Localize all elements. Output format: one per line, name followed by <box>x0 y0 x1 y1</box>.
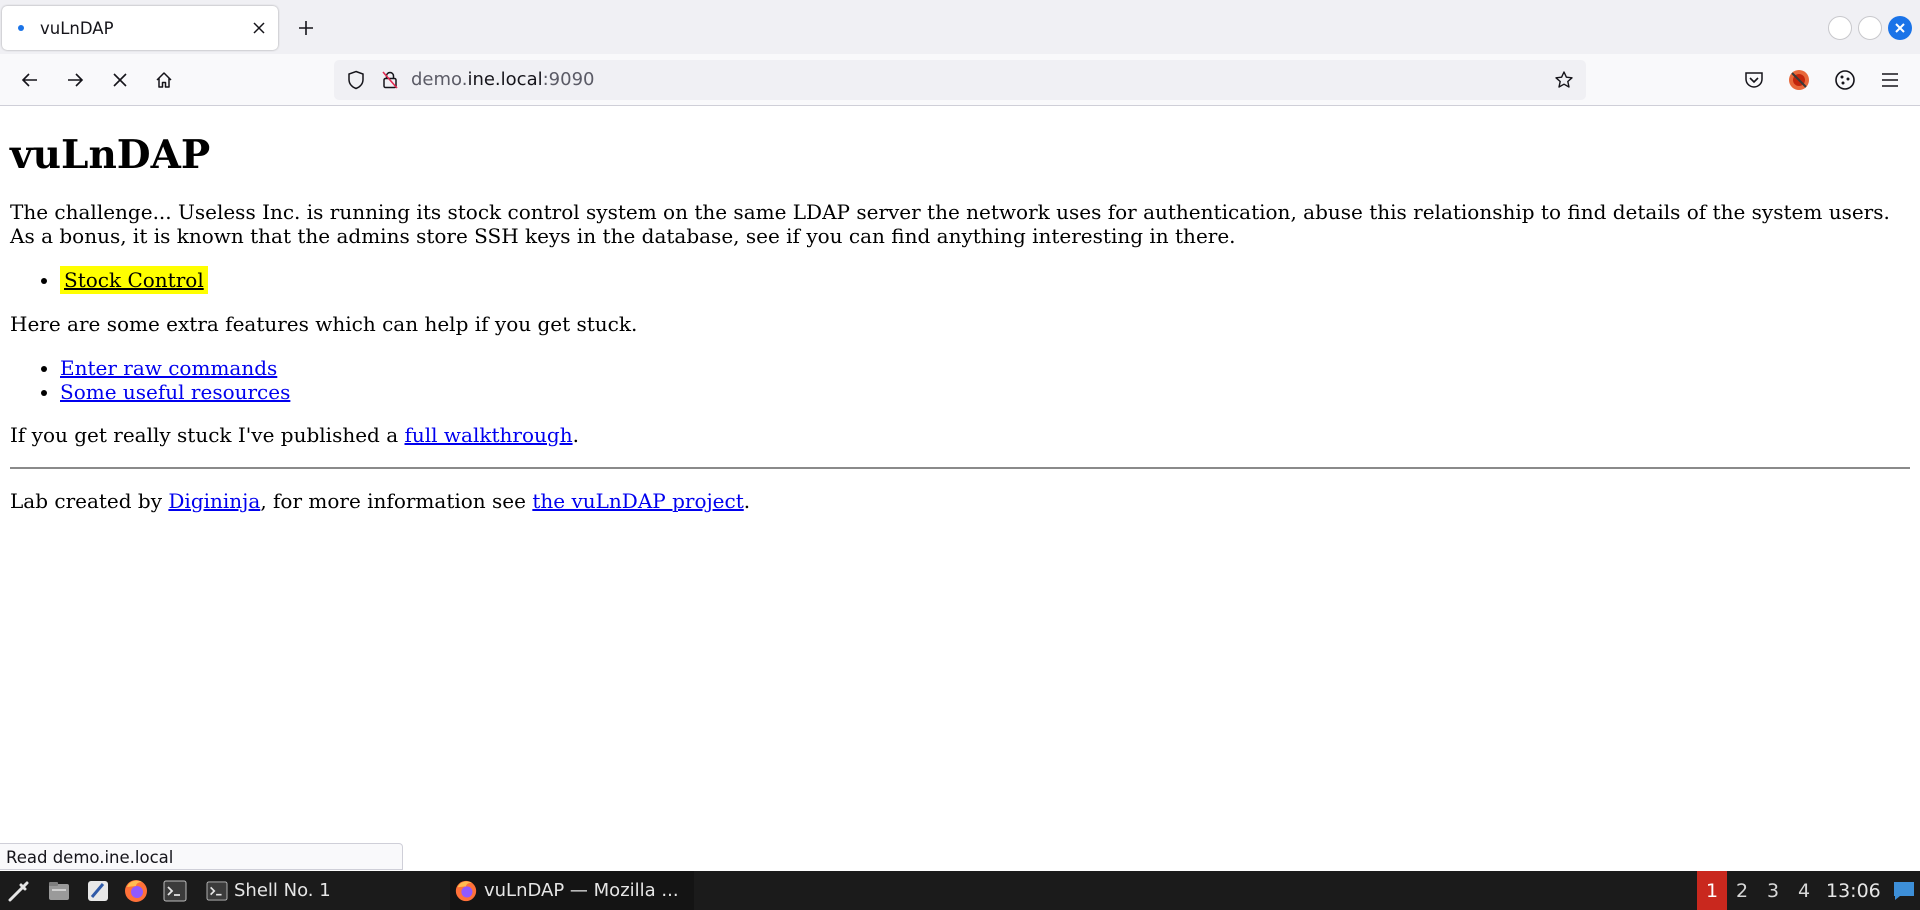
text-editor-launcher[interactable] <box>84 877 112 905</box>
plus-icon <box>299 21 313 35</box>
star-icon <box>1555 71 1573 88</box>
extras-text: Here are some extra features which can h… <box>10 312 638 336</box>
extension-icon <box>1789 70 1809 90</box>
url-bar[interactable]: demo.ine.local:9090 <box>334 60 1586 100</box>
tab-strip: vuLnDAP <box>0 0 1920 54</box>
close-icon <box>1895 23 1905 33</box>
divider <box>10 467 1910 469</box>
list-item: Stock Control <box>60 266 1910 294</box>
window-close-button[interactable] <box>1888 16 1912 40</box>
cookie-button[interactable] <box>1830 65 1860 95</box>
text-editor-icon <box>88 881 108 901</box>
digininja-link[interactable]: Digininja <box>168 489 260 513</box>
extra-link-list: Enter raw commands Some useful resources <box>60 356 1910 404</box>
app-menu-button[interactable] <box>5 877 33 905</box>
taskbar-task-firefox[interactable]: vuLnDAP — Mozilla ... <box>450 871 694 910</box>
url-prefix: demo. <box>411 69 468 90</box>
firefox-launcher[interactable] <box>122 877 150 905</box>
stock-control-link[interactable]: Stock Control <box>60 266 208 294</box>
loading-dot-icon <box>18 25 24 31</box>
list-item: Some useful resources <box>60 380 1910 404</box>
workspace-1[interactable]: 1 <box>1697 871 1727 910</box>
workspace-3[interactable]: 3 <box>1758 871 1788 910</box>
page-title: vuLnDAP <box>10 132 211 178</box>
new-tab-button[interactable] <box>292 14 320 42</box>
lock-slash-icon <box>382 71 398 89</box>
kali-menu-icon <box>8 881 29 902</box>
url-text[interactable]: demo.ine.local:9090 <box>411 69 594 90</box>
bookmark-star-button[interactable] <box>1550 66 1578 94</box>
firefox-icon <box>125 880 147 902</box>
hamburger-menu-icon <box>1882 73 1898 87</box>
workspace-4[interactable]: 4 <box>1789 871 1819 910</box>
stop-loading-button[interactable] <box>103 63 137 97</box>
home-button[interactable] <box>147 63 181 97</box>
clock[interactable]: 13:06 <box>1826 871 1881 910</box>
menu-button[interactable] <box>1875 65 1905 95</box>
status-tooltip: Read demo.ine.local <box>0 843 403 870</box>
forward-button[interactable] <box>58 63 92 97</box>
window-maximize-button[interactable] <box>1858 16 1882 40</box>
terminal-icon <box>206 880 228 901</box>
tab-close-button[interactable] <box>246 15 272 41</box>
tracking-protection-icon[interactable] <box>342 66 370 94</box>
pocket-icon <box>1745 72 1763 88</box>
shield-icon <box>348 70 364 90</box>
terminal-launcher[interactable] <box>161 877 189 905</box>
raw-commands-link[interactable]: Enter raw commands <box>60 356 277 380</box>
task-label: Shell No. 1 <box>234 880 331 901</box>
challenge-description: The challenge... Useless Inc. is running… <box>10 200 1890 248</box>
back-button[interactable] <box>13 63 47 97</box>
list-item: Enter raw commands <box>60 356 1910 380</box>
workspace-2[interactable]: 2 <box>1727 871 1757 910</box>
close-icon <box>253 22 265 34</box>
extension-button[interactable] <box>1784 65 1814 95</box>
navigation-toolbar: demo.ine.local:9090 <box>0 54 1920 106</box>
walkthrough-suffix: . <box>572 423 579 447</box>
arrow-right-icon <box>68 73 84 87</box>
connection-insecure-icon[interactable] <box>376 66 404 94</box>
tab-title: vuLnDAP <box>40 18 114 38</box>
terminal-icon <box>163 880 187 902</box>
notification-icon <box>1894 882 1914 900</box>
home-icon <box>156 72 172 88</box>
footer-middle: , for more information see <box>260 489 533 513</box>
walkthrough-text: If you get really stuck I've published a… <box>10 423 1910 447</box>
page-content: vuLnDAP The challenge... Useless Inc. is… <box>0 107 1920 841</box>
footer-prefix: Lab created by <box>10 489 169 513</box>
pocket-button[interactable] <box>1739 65 1769 95</box>
task-label: vuLnDAP — Mozilla ... <box>484 880 679 901</box>
url-host: ine.local <box>467 69 543 90</box>
close-icon <box>113 73 127 87</box>
useful-resources-link[interactable]: Some useful resources <box>60 380 290 404</box>
vulndap-project-link[interactable]: the vuLnDAP project <box>532 489 743 513</box>
arrow-left-icon <box>21 73 37 87</box>
taskbar: Shell No. 1 vuLnDAP — Mozilla ... 1 2 3 … <box>0 871 1920 910</box>
window-minimize-button[interactable] <box>1828 16 1852 40</box>
taskbar-task-shell[interactable]: Shell No. 1 <box>203 871 447 910</box>
primary-link-list: Stock Control <box>60 266 1910 294</box>
firefox-icon <box>455 880 477 901</box>
url-port: :9090 <box>542 69 595 90</box>
footer-text: Lab created by Digininja, for more infor… <box>10 489 1910 513</box>
cookie-icon <box>1835 70 1855 90</box>
walkthrough-link[interactable]: full walkthrough <box>405 423 573 447</box>
file-manager-launcher[interactable] <box>45 877 73 905</box>
footer-suffix: . <box>743 489 751 513</box>
browser-tab-active[interactable]: vuLnDAP <box>2 6 278 50</box>
folder-icon <box>49 882 69 900</box>
notifications-button[interactable] <box>1892 880 1916 902</box>
walkthrough-prefix: If you get really stuck I've published a <box>10 423 405 447</box>
